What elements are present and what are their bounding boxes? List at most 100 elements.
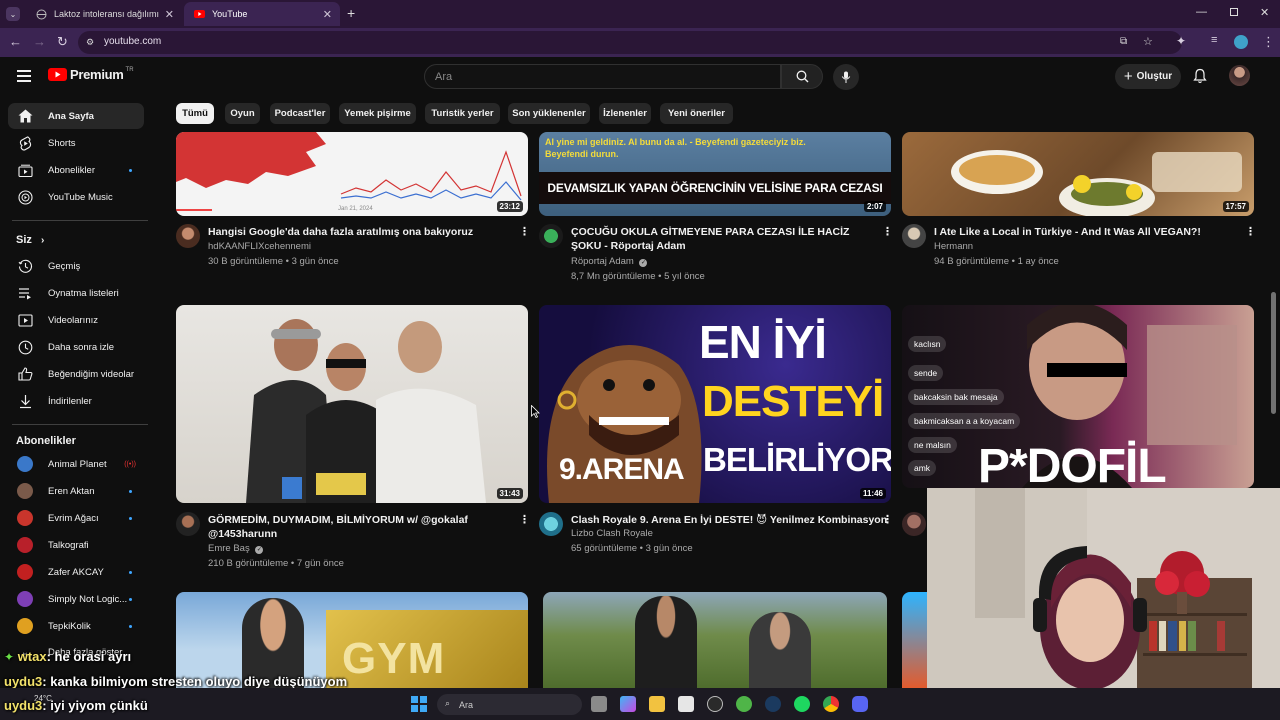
chat-text: : he orasi ayrı <box>46 649 132 664</box>
sidebar-item-subscriptions[interactable]: Abonelikler <box>8 157 144 183</box>
channel-avatar[interactable] <box>176 512 200 536</box>
sidebar-item-youtube-music[interactable]: YouTube Music <box>8 184 144 210</box>
minimize-icon[interactable]: — <box>1196 6 1207 18</box>
file-explorer-icon[interactable] <box>649 696 665 712</box>
video-title[interactable]: ÇOCUĞU OKULA GİTMEYENE PARA CEZASI İLE H… <box>571 225 871 253</box>
more-actions-icon[interactable]: ⋮ <box>1245 225 1256 238</box>
chip-cooking[interactable]: Yemek pişirme <box>339 103 416 124</box>
discord-icon[interactable] <box>852 696 868 712</box>
store-icon[interactable] <box>678 696 694 712</box>
notifications-bell-icon[interactable] <box>1193 68 1207 89</box>
chip-all[interactable]: Tümü <box>176 103 214 124</box>
tab-laktoz[interactable]: Laktoz intoleransı dağılımı ✕ <box>26 2 182 26</box>
sidebar-sub-eren-aktan[interactable]: Eren Aktan <box>8 478 144 504</box>
restore-icon[interactable] <box>1230 8 1238 16</box>
logo-text: Premium <box>70 67 124 82</box>
sidebar-sub-animal-planet[interactable]: Animal Planet ((•)) <box>8 451 144 477</box>
video-thumbnail[interactable]: Al yine mi geldiniz. Al bunu da al. - Be… <box>539 132 891 216</box>
video-thumbnail[interactable]: Jan 21, 2024 23:12 <box>176 132 528 216</box>
channel-name[interactable]: Lizbo Clash Royale <box>571 528 653 539</box>
video-thumbnail[interactable] <box>902 592 928 688</box>
chrome-icon[interactable] <box>823 696 839 712</box>
sidebar-sub-zafer-akcay[interactable]: Zafer AKCAY <box>8 559 144 585</box>
video-title[interactable]: Hangisi Google'da daha fazla aratılmış o… <box>208 225 508 239</box>
account-avatar[interactable] <box>1229 65 1250 86</box>
video-thumbnail[interactable]: EN İYİ DESTEYİ BELİRLİYORUZ 9.ARENA 11:4… <box>539 305 891 503</box>
sidebar-sub-evrim-agaci[interactable]: Evrim Ağacı <box>8 505 144 531</box>
spotify-icon[interactable] <box>794 696 810 712</box>
cast-icon[interactable]: ⧉ <box>1120 36 1127 47</box>
reload-icon[interactable]: ↻ <box>57 34 68 50</box>
chip-recently-uploaded[interactable]: Son yüklenenler <box>508 103 590 124</box>
channel-name[interactable]: hdKAANFLIXcehennemi <box>208 241 311 252</box>
sidebar-sub-tepkikolik[interactable]: TepkiKolik <box>8 613 144 639</box>
sidebar-item-home[interactable]: Ana Sayfa <box>8 103 144 129</box>
sidebar-item-liked-videos[interactable]: Beğendiğim videolar <box>8 361 144 387</box>
url-field[interactable]: ⚙ youtube.com ⧉ ☆ <box>78 31 1182 54</box>
steam-icon[interactable] <box>765 696 781 712</box>
sidebar-item-watch-later[interactable]: Daha sonra izle <box>8 334 144 360</box>
channel-avatar[interactable] <box>176 224 200 248</box>
channel-name[interactable]: Hermann <box>934 241 973 252</box>
tab-youtube[interactable]: YouTube ✕ <box>184 2 340 26</box>
search-button[interactable] <box>781 64 823 89</box>
sidebar-item-history[interactable]: Geçmiş <box>8 253 144 279</box>
more-actions-icon[interactable]: ⋮ <box>519 225 530 238</box>
task-view-icon[interactable] <box>591 696 607 712</box>
tab-list-button[interactable]: ⌄ <box>6 7 20 21</box>
youtube-premium-logo[interactable]: Premium TR <box>48 67 134 82</box>
close-icon[interactable]: ✕ <box>323 8 332 21</box>
sidebar-item-shorts[interactable]: Shorts <box>8 130 144 156</box>
more-actions-icon[interactable]: ⋮ <box>882 225 893 238</box>
video-title[interactable]: GÖRMEDİM, DUYMADIM, BİLMİYORUM w/ @gokal… <box>208 513 508 541</box>
channel-avatar[interactable] <box>539 512 563 536</box>
menu-kebab-icon[interactable]: ⋮ <box>1262 34 1275 50</box>
channel-avatar[interactable] <box>539 224 563 248</box>
video-thumbnail[interactable]: 17:57 <box>902 132 1254 216</box>
close-icon[interactable]: ✕ <box>165 8 174 21</box>
chip-gaming[interactable]: Oyun <box>225 103 260 124</box>
video-thumbnail[interactable]: 31:43 <box>176 305 528 503</box>
search-input[interactable] <box>425 65 780 88</box>
profile-avatar[interactable] <box>1234 35 1248 49</box>
sidebar-item-label: Daha sonra izle <box>48 341 115 353</box>
channel-avatar[interactable] <box>902 224 926 248</box>
channel-avatar[interactable] <box>902 512 926 536</box>
sidebar-item-downloads[interactable]: İndirilenler <box>8 388 144 414</box>
plus-icon: + <box>1123 67 1133 85</box>
search-field[interactable] <box>424 64 781 89</box>
new-tab-button[interactable]: + <box>347 5 355 21</box>
close-window-icon[interactable]: ✕ <box>1260 6 1269 19</box>
hamburger-menu-icon[interactable] <box>17 70 31 82</box>
video-thumbnail[interactable] <box>543 592 887 688</box>
chip-podcasts[interactable]: Podcast'ler <box>270 103 330 124</box>
video-title[interactable]: I Ate Like a Local in Türkiye - And It W… <box>934 225 1234 239</box>
obs-icon[interactable] <box>707 696 723 712</box>
media-icon[interactable]: ≡ <box>1211 34 1217 46</box>
windows-start-icon[interactable] <box>411 696 427 712</box>
copilot-icon[interactable] <box>620 696 636 712</box>
bookmark-star-icon[interactable]: ☆ <box>1143 35 1153 48</box>
channel-name[interactable]: Röportaj Adam ✓ <box>571 256 648 267</box>
taskbar-search-field[interactable]: ⌕ Ara <box>437 694 582 715</box>
more-actions-icon[interactable]: ⋮ <box>882 513 893 526</box>
chip-new-to-you[interactable]: Yeni öneriler <box>660 103 733 124</box>
create-button[interactable]: + Oluştur <box>1115 64 1181 89</box>
forward-icon[interactable]: → <box>33 34 46 49</box>
back-icon[interactable]: ← <box>9 34 22 49</box>
video-title[interactable]: Clash Royale 9. Arena En İyi DESTE! 😈 Ye… <box>571 513 887 527</box>
page-scrollbar[interactable] <box>1271 292 1276 414</box>
site-info-icon[interactable]: ⚙ <box>86 37 94 48</box>
sidebar-item-playlists[interactable]: Oynatma listeleri <box>8 280 144 306</box>
voice-search-button[interactable] <box>833 64 859 90</box>
sidebar-sub-simply-not-logic[interactable]: Simply Not Logic... <box>8 586 144 612</box>
you-section-header[interactable]: Siz › <box>16 234 44 246</box>
sidebar-sub-talkografi[interactable]: Talkografi <box>8 532 144 558</box>
chip-tourist-spots[interactable]: Turistik yerler <box>425 103 500 124</box>
more-actions-icon[interactable]: ⋮ <box>519 513 530 526</box>
xbox-icon[interactable] <box>736 696 752 712</box>
sidebar-item-your-videos[interactable]: Videolarınız <box>8 307 144 333</box>
extensions-icon[interactable]: ✦ <box>1176 34 1186 48</box>
chip-watched[interactable]: İzlenenler <box>599 103 651 124</box>
channel-name[interactable]: Emre Baş ✓ <box>208 543 264 554</box>
